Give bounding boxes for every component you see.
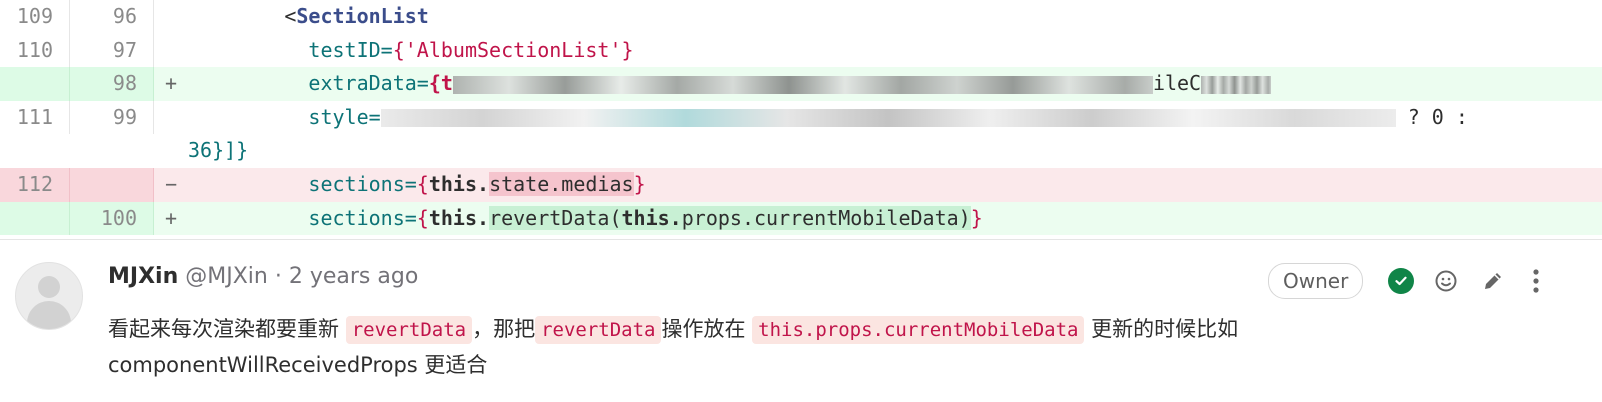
diff-row-continuation: 36}]} xyxy=(0,134,1602,168)
comment-note: MJXin @MJXin · 2 years ago Owner 看起来每次渲染… xyxy=(0,240,1602,402)
old-line-number[interactable] xyxy=(0,201,70,236)
diff-row: 109 96 <SectionList xyxy=(0,0,1602,34)
diff-sign xyxy=(154,0,188,34)
new-line-number[interactable]: 99 xyxy=(70,100,154,135)
old-line-number[interactable]: 111 xyxy=(0,100,70,135)
comment-meta: MJXin @MJXin · 2 years ago xyxy=(108,264,418,289)
diff-sign xyxy=(154,34,188,68)
code-line: testID={'AlbumSectionList'} xyxy=(308,37,634,62)
code-line: sections={this.revertData(this.props.cur… xyxy=(308,205,983,230)
code-line: 36}]} xyxy=(188,138,249,163)
old-line-number[interactable] xyxy=(0,67,70,101)
diff-row-added: 100 + sections={this.revertData(this.pro… xyxy=(0,201,1602,236)
diff-sign: − xyxy=(164,171,178,196)
inline-code: revertData xyxy=(535,316,662,344)
diff-sign: + xyxy=(164,71,178,96)
code-line: <SectionList xyxy=(188,4,429,28)
diff-row-removed: 112 − sections={this.state.medias} xyxy=(0,167,1602,202)
old-line-number[interactable]: 112 xyxy=(0,167,70,202)
inline-code: revertData xyxy=(345,316,473,344)
redacted-code xyxy=(1201,75,1272,94)
code-line: extraData={t ileC xyxy=(188,67,1602,101)
new-line-number[interactable]: 100 xyxy=(70,201,154,236)
code-line: style= ? 0 : xyxy=(308,104,1468,129)
new-line-number[interactable]: 96 xyxy=(70,0,154,34)
diff-sign: + xyxy=(164,205,178,230)
check-circle-icon[interactable] xyxy=(1388,268,1414,294)
comment-time[interactable]: · 2 years ago xyxy=(275,264,418,289)
author-handle[interactable]: @MJXin xyxy=(185,264,268,289)
smiley-icon[interactable] xyxy=(1433,268,1459,294)
author-name[interactable]: MJXin xyxy=(108,264,178,289)
inline-code: this.props.currentMobileData xyxy=(752,316,1085,344)
diff-view: 109 96 <SectionList 110 97 testID={'Albu… xyxy=(0,0,1602,240)
redacted-code xyxy=(452,75,1153,94)
code-line: sections={this.state.medias} xyxy=(308,171,646,196)
avatar[interactable] xyxy=(15,262,83,330)
old-line-number[interactable]: 110 xyxy=(0,33,70,68)
owner-badge: Owner xyxy=(1268,263,1364,299)
more-vertical-icon[interactable] xyxy=(1523,268,1549,294)
diff-row: 110 97 testID={'AlbumSectionList'} xyxy=(0,33,1602,68)
new-line-number[interactable]: 97 xyxy=(70,33,154,68)
redacted-code xyxy=(380,109,1396,128)
diff-sign xyxy=(154,101,188,135)
new-line-number[interactable]: 98 xyxy=(70,67,154,101)
comment-body: 看起来每次渲染都要重新 revertData ，那把 revertData 操作放在 … xyxy=(108,316,1239,377)
diff-row-added: 98 + extraData={t ileC xyxy=(0,67,1602,101)
pencil-icon[interactable] xyxy=(1480,268,1506,294)
diff-row: 111 99 style= ? 0 : xyxy=(0,100,1602,135)
old-line-number[interactable]: 109 xyxy=(0,0,70,34)
new-line-number[interactable] xyxy=(70,167,154,202)
